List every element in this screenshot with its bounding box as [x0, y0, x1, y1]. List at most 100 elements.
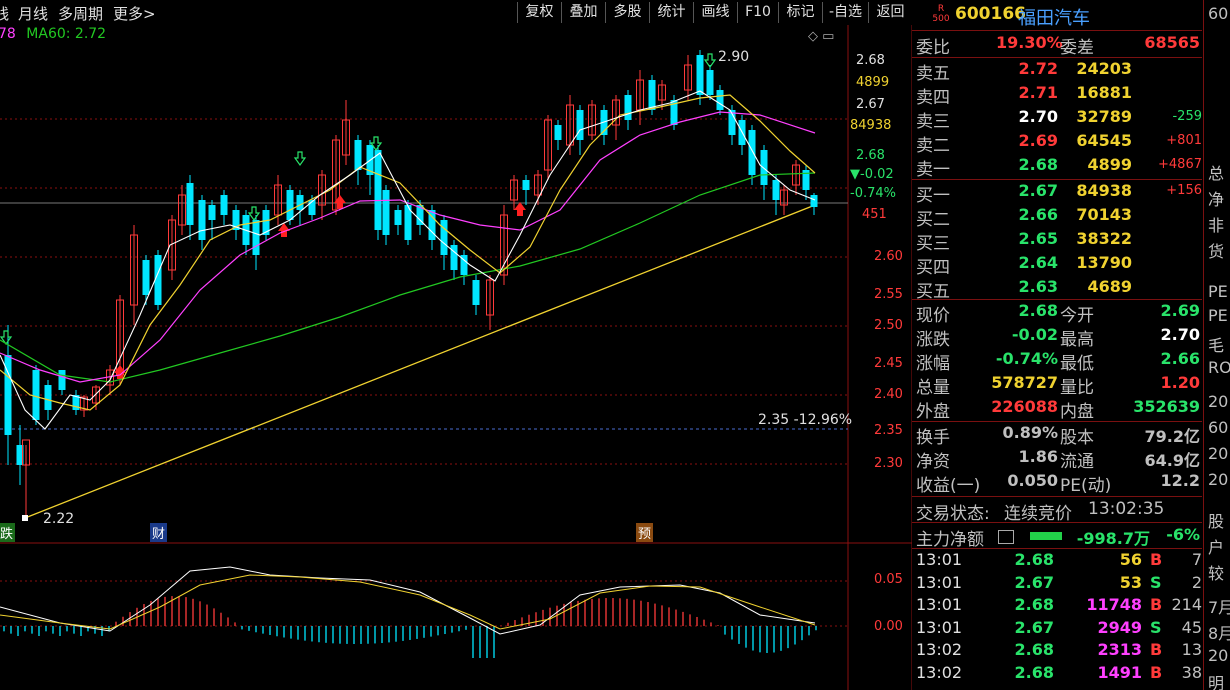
fund-value: 64.9亿	[1144, 451, 1200, 470]
mark-button[interactable]: 标记	[778, 2, 822, 23]
candle-down	[186, 183, 194, 225]
level-label: 买三	[916, 234, 950, 254]
tick-volume: 56	[1119, 550, 1142, 569]
fund-value: 0.89%	[1002, 423, 1058, 442]
side-info-text: 20	[1208, 470, 1229, 489]
candle-down	[208, 205, 216, 220]
candle-down	[760, 150, 768, 185]
adjust-button[interactable]: 复权	[517, 2, 561, 23]
list-icon[interactable]	[998, 530, 1014, 544]
price-tick: 2.35	[874, 423, 903, 438]
quote-value: -0.74%	[995, 349, 1058, 368]
tick-side: B	[1150, 662, 1163, 682]
quote-value: 578727	[991, 373, 1058, 392]
axis-label: -0.74%	[850, 186, 896, 201]
overlay-button[interactable]: 叠加	[561, 2, 605, 23]
marker-forecast[interactable]: 预	[636, 523, 654, 542]
level-price: 2.71	[1018, 83, 1058, 102]
ma20-line	[0, 111, 816, 383]
tick-row: 13:01 2.67 53 S 2	[912, 573, 1202, 595]
level-label: 买四	[916, 258, 950, 278]
quote-value: 2.68	[1018, 301, 1058, 320]
level-volume: 4689	[1087, 277, 1132, 296]
orderbook-row[interactable]: 买三 2.65 38322	[912, 228, 1202, 254]
trade-status-row: 交易状态: 连续竞价 13:02:35	[912, 498, 1202, 524]
macd-dea-line	[0, 574, 816, 630]
macd-tick: 0.05	[874, 572, 903, 587]
orderbook-row[interactable]: 卖四 2.71 16881	[912, 82, 1202, 108]
axis-label: ▼-0.02	[850, 167, 894, 182]
price-tick: 2.50	[874, 318, 903, 333]
fund-row: 净资 1.86 流通 64.9亿	[912, 446, 1202, 472]
quote-row: 涨幅 -0.74% 最低 2.66	[912, 348, 1202, 374]
orderbook-row[interactable]: 买一 2.67 84938 +156	[912, 180, 1202, 206]
level-volume: 84938	[1076, 181, 1132, 200]
marker-financial[interactable]: 财	[150, 523, 168, 542]
draw-line-button[interactable]: 画线	[693, 2, 737, 23]
tick-volume: 11748	[1086, 595, 1142, 614]
candle-down	[394, 210, 402, 225]
index-badge: R 500	[932, 4, 950, 24]
price-tick: 2.55	[874, 287, 903, 302]
candle-down	[252, 220, 260, 255]
fund-value: 0.050	[1007, 471, 1058, 490]
kline-chart-panel[interactable]: 78 MA60: 2.72 ◇ ▭ 2.90 2.22 2.35 -12.96%…	[0, 25, 912, 690]
multi-period-tab[interactable]: 多周期	[58, 3, 103, 24]
remove-watchlist-button[interactable]: -自选	[822, 2, 868, 23]
tick-count: 45	[1181, 617, 1202, 637]
period-month-tab[interactable]: 月线	[18, 3, 48, 24]
tick-time: 13:02	[916, 662, 963, 682]
quote-value: 352639	[1133, 397, 1200, 416]
net-flow-pct: -6%	[1166, 525, 1200, 544]
axis-label: 2.68	[856, 148, 885, 163]
period-week-tab[interactable]: 线	[0, 3, 9, 24]
fund-label: 流通	[1060, 452, 1094, 472]
level-price: 2.66	[1018, 205, 1058, 224]
chart-toolbar: 线 月线 多周期 更多> 复权 叠加 多股 统计 画线 F10 标记 -自选 返…	[0, 0, 912, 25]
quote-label: 外盘	[916, 402, 950, 422]
tick-time: 13:01	[916, 550, 963, 569]
stats-button[interactable]: 统计	[649, 2, 693, 23]
more-menu[interactable]: 更多>	[113, 3, 156, 24]
orderbook-row[interactable]: 买二 2.66 70143	[912, 204, 1202, 230]
candle-down	[522, 180, 530, 190]
kline-chart[interactable]	[0, 25, 912, 690]
orderbook-row[interactable]: 卖三 2.70 32789 -259	[912, 106, 1202, 132]
level-price: 2.70	[1018, 107, 1058, 126]
marker-limit-down[interactable]: 跌	[0, 523, 16, 542]
wei-bi-value: 19.30%	[996, 33, 1063, 52]
quote-row: 外盘 226088 内盘 352639	[912, 396, 1202, 422]
tick-count: 38	[1181, 662, 1202, 682]
quote-label: 最低	[1060, 354, 1094, 374]
side-info-text: 60	[1208, 4, 1229, 23]
wei-cha-value: 68565	[1144, 33, 1200, 52]
tick-price: 2.67	[1014, 572, 1054, 592]
badge-top: R	[937, 4, 945, 14]
tick-row: 13:01 2.68 11748 B 214	[912, 595, 1202, 617]
f10-button[interactable]: F10	[737, 2, 778, 23]
orderbook-row[interactable]: 买四 2.64 13790	[912, 252, 1202, 278]
tick-row: 13:02 2.68 2313 B 13	[912, 640, 1202, 662]
tick-volume: 53	[1119, 572, 1142, 592]
candle-down	[44, 385, 52, 410]
tick-count: 7	[1191, 550, 1202, 569]
tick-side: B	[1150, 595, 1163, 614]
orderbook-row[interactable]: 买五 2.63 4689	[912, 276, 1202, 302]
orderbook-row[interactable]: 卖二 2.69 64545 +801	[912, 130, 1202, 156]
axis-label: 451	[862, 207, 887, 222]
side-info-text: 20	[1208, 646, 1229, 665]
axis-label: 2.68	[856, 53, 885, 68]
back-button[interactable]: 返回	[868, 2, 912, 23]
fund-label: 换手	[916, 428, 950, 448]
macd-tick: 0.00	[874, 619, 903, 634]
candle-down	[716, 90, 724, 110]
level-change: +801	[1166, 133, 1202, 148]
orderbook-row[interactable]: 卖一 2.68 4899 +4867	[912, 154, 1202, 180]
orderbook-row[interactable]: 卖五 2.72 24203	[912, 58, 1202, 84]
price-tick: 2.40	[874, 387, 903, 402]
chart-expand-icon[interactable]: ◇ ▭	[808, 29, 844, 45]
candle-down	[374, 150, 382, 230]
multi-stock-button[interactable]: 多股	[605, 2, 649, 23]
trade-status-value: 连续竞价	[1004, 504, 1072, 524]
fund-row: 换手 0.89% 股本 79.2亿	[912, 422, 1202, 448]
